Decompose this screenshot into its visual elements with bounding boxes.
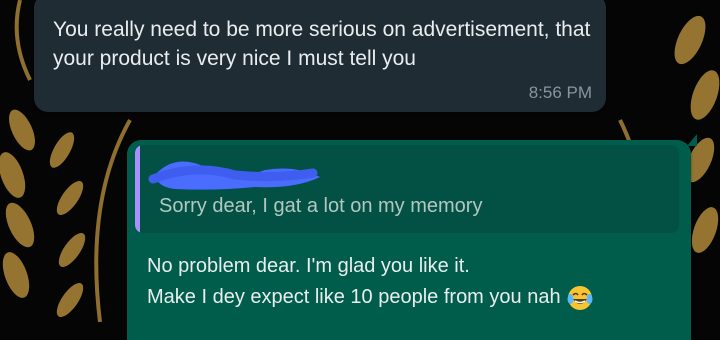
incoming-message-bubble[interactable]: You really need to be more serious on ad… [34, 0, 606, 112]
face-with-tears-of-joy-icon [567, 285, 593, 310]
outgoing-message-line-2-text: Make I dey expect like 10 people from yo… [147, 286, 561, 308]
outgoing-message-bubble[interactable]: Sorry dear, I gat a lot on my memory No … [127, 140, 691, 340]
outgoing-bubble-tail [687, 134, 697, 146]
quoted-message-text: Sorry dear, I gat a lot on my memory [159, 195, 483, 217]
quoted-reply[interactable]: Sorry dear, I gat a lot on my memory [135, 145, 679, 233]
redacted-name-scribble [148, 161, 320, 190]
message-timestamp: 8:56 PM [528, 83, 592, 102]
outgoing-message-text: No problem dear. I'm glad you like it. M… [147, 251, 677, 313]
outgoing-message-line-2: Make I dey expect like 10 people from yo… [147, 282, 677, 313]
incoming-message-text: You really need to be more serious on ad… [53, 18, 591, 70]
outgoing-message-line-1: No problem dear. I'm glad you like it. [147, 255, 470, 277]
